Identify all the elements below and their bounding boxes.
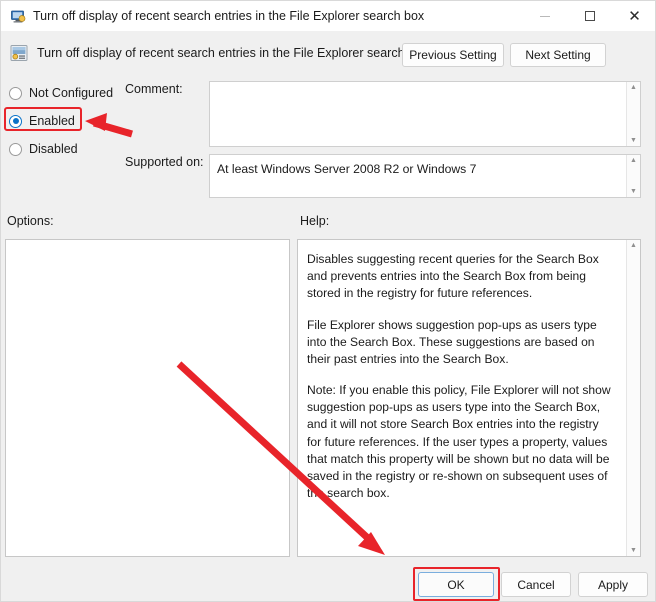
- window-title: Turn off display of recent search entrie…: [33, 9, 425, 23]
- red-arrow-to-enabled: [85, 113, 133, 138]
- previous-setting-button[interactable]: Previous Setting: [402, 43, 504, 67]
- policy-setting-dialog: Turn off display of recent search entrie…: [0, 0, 656, 602]
- comment-scrollbar[interactable]: ▲ ▼: [626, 82, 640, 146]
- scroll-down-icon[interactable]: ▼: [630, 547, 637, 554]
- setting-title: Turn off display of recent search entrie…: [37, 46, 429, 60]
- supported-on-value: At least Windows Server 2008 R2 or Windo…: [217, 162, 477, 176]
- minimize-icon[interactable]: [522, 1, 567, 31]
- scroll-up-icon[interactable]: ▲: [630, 84, 637, 91]
- radio-label-not-configured: Not Configured: [29, 86, 114, 100]
- help-paragraph: Note: If you enable this policy, File Ex…: [307, 383, 611, 501]
- supported-on-scrollbar[interactable]: ▲ ▼: [626, 155, 640, 197]
- help-content: Disables suggesting recent queries for t…: [298, 240, 626, 556]
- scroll-up-icon[interactable]: ▲: [630, 242, 637, 249]
- help-label: Help:: [300, 214, 330, 228]
- radio-circle-icon: [9, 86, 22, 100]
- comment-value[interactable]: [210, 82, 626, 146]
- close-icon[interactable]: ✕: [612, 1, 655, 31]
- supported-on-label: Supported on:: [125, 155, 204, 169]
- radio-label-disabled: Disabled: [29, 142, 78, 156]
- apply-button[interactable]: Apply: [578, 572, 648, 597]
- options-label: Options:: [7, 214, 54, 228]
- radio-not-configured[interactable]: Not Configured: [9, 84, 113, 102]
- policy-setting-icon: [10, 44, 28, 62]
- help-panel: Disables suggesting recent queries for t…: [297, 239, 641, 557]
- help-paragraph: Disables suggesting recent queries for t…: [307, 252, 599, 301]
- help-scrollbar[interactable]: ▲ ▼: [626, 240, 640, 556]
- supported-on-field: At least Windows Server 2008 R2 or Windo…: [209, 154, 641, 198]
- radio-circle-icon: [9, 142, 22, 156]
- scroll-up-icon[interactable]: ▲: [630, 157, 637, 164]
- ok-button[interactable]: OK: [418, 572, 494, 597]
- scroll-down-icon[interactable]: ▼: [630, 137, 637, 144]
- comment-field[interactable]: ▲ ▼: [209, 81, 641, 147]
- radio-label-enabled: Enabled: [29, 114, 75, 128]
- cancel-button[interactable]: Cancel: [501, 572, 571, 597]
- radio-enabled[interactable]: Enabled: [9, 112, 75, 130]
- options-content: [6, 240, 289, 256]
- maximize-icon[interactable]: [567, 1, 612, 31]
- radio-circle-icon: [9, 114, 22, 128]
- title-bar: Turn off display of recent search entrie…: [1, 1, 655, 31]
- comment-label: Comment:: [125, 82, 183, 96]
- scroll-down-icon[interactable]: ▼: [630, 188, 637, 195]
- window-controls: ✕: [522, 1, 655, 31]
- options-panel[interactable]: [5, 239, 290, 557]
- radio-disabled[interactable]: Disabled: [9, 140, 78, 158]
- policy-setting-icon: [10, 8, 26, 24]
- next-setting-button[interactable]: Next Setting: [510, 43, 606, 67]
- help-paragraph: File Explorer shows suggestion pop-ups a…: [307, 317, 597, 366]
